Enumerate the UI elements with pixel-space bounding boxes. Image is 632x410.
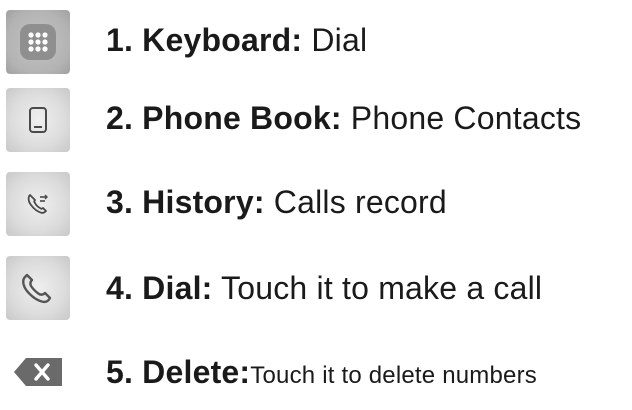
item-description: Touch it to make a call [212,270,543,306]
dial-handset-icon[interactable] [6,256,70,320]
item-description: Touch it to delete numbers [250,362,537,389]
item-description: Dial [302,22,368,58]
list-item-dial: 4. Dial: Touch it to make a call [0,256,632,326]
phone-book-icon[interactable] [6,88,70,152]
item-text: 4. Dial: Touch it to make a call [106,272,542,304]
item-term: 5. Delete: [106,354,251,390]
delete-backspace-icon[interactable] [6,340,70,404]
item-description: Phone Contacts [341,100,582,136]
call-history-icon[interactable] [6,172,70,236]
item-text: 1. Keyboard: Dial [106,24,367,56]
list-item-history: 3. History: Calls record [0,172,632,242]
item-term: 3. History: [106,184,265,220]
item-text: 2. Phone Book: Phone Contacts [106,102,581,134]
item-text: 5. Delete:Touch it to delete numbers [106,356,537,388]
item-term: 2. Phone Book: [106,100,342,136]
item-term: 4. Dial: [106,270,213,306]
list-item-delete: 5. Delete:Touch it to delete numbers [0,340,632,410]
list-item-keyboard: 1. Keyboard: Dial [0,10,632,80]
list-item-phone-book: 2. Phone Book: Phone Contacts [0,88,632,158]
item-term: 1. Keyboard: [106,22,303,58]
item-text: 3. History: Calls record [106,186,447,218]
keypad-icon[interactable] [6,10,70,74]
item-description: Calls record [264,184,447,220]
